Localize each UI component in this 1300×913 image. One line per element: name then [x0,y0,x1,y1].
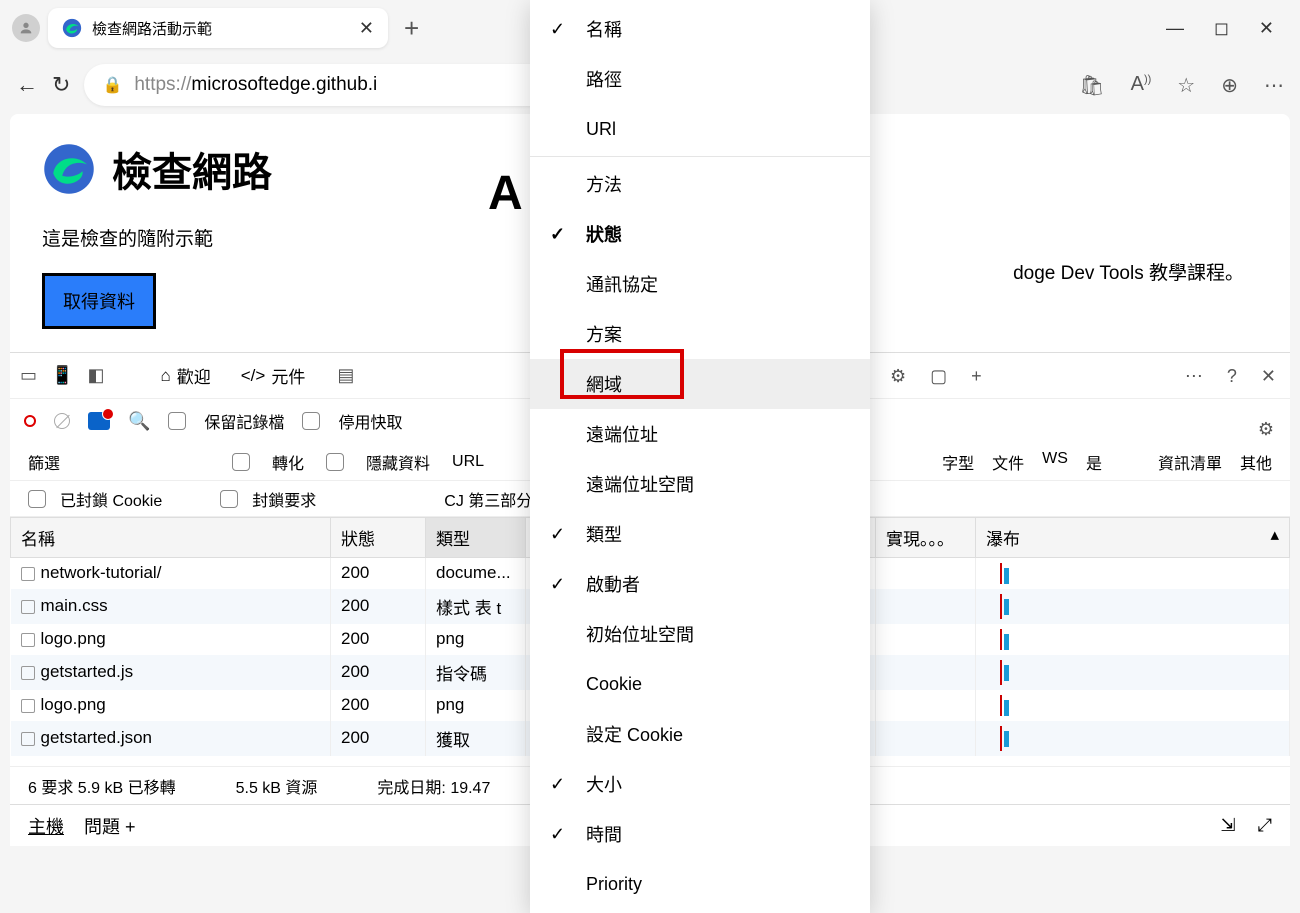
back-button[interactable]: ← [16,72,38,98]
ctx-item[interactable]: 通訊協定 [530,259,870,309]
record-button[interactable] [24,415,36,427]
get-data-button[interactable]: 取得資料 [42,273,156,329]
inspect-icon[interactable]: ▭ [20,365,37,386]
url-text: https://microsoftedge.github.i [134,74,377,96]
disable-cache-checkbox[interactable] [302,412,320,430]
ctx-item[interactable]: 初始位址空間 [530,609,870,659]
filter-toggle-button[interactable] [88,412,110,430]
memory-icon[interactable]: ⚙ [890,366,906,387]
edge-logo-icon [42,142,96,196]
ctx-item[interactable]: 設定 Cookie [530,709,870,759]
new-tab-button[interactable]: + [396,13,427,44]
tab-welcome[interactable]: ⌂ 歡迎 [152,363,218,388]
ctx-item[interactable]: URl [530,104,870,154]
preserve-log-label: 保留記錄檔 [204,409,284,433]
ctx-item[interactable]: 方案 [530,309,870,359]
ctx-item[interactable]: Cookie [530,659,870,709]
settings-gear-icon[interactable]: ⚙ [1258,419,1274,440]
more-icon[interactable]: ⋯ [1264,73,1284,98]
ctx-item[interactable]: Priority [530,859,870,909]
tab-elements[interactable]: </> 元件 [233,363,314,388]
page-title: 檢查網路 [112,140,272,198]
lock-icon: 🔒 [102,75,122,95]
ctx-item[interactable]: ✓大小 [530,759,870,809]
ctx-item[interactable]: 遠端位址空間 [530,459,870,509]
col-fulfill[interactable]: 實現。。。 [876,518,976,558]
ctx-item[interactable]: 方法 [530,159,870,209]
ctx-item[interactable]: ✓狀態 [530,209,870,259]
ctx-item[interactable]: 路徑 [530,54,870,104]
drawer-issues[interactable]: 問題 + [84,813,136,839]
drawer-icon-2[interactable]: ⤢ [1258,815,1272,836]
status-resources: 5.5 kB 資源 [236,774,318,798]
filter-font[interactable]: 字型 [942,450,974,474]
ctx-item[interactable]: ✓類型 [530,509,870,559]
preserve-log-checkbox[interactable] [168,412,186,430]
dock-icon[interactable]: ◧ [87,365,104,386]
browser-tab[interactable]: 檢查網路活動示範 ✕ [48,8,388,48]
status-requests: 6 要求 5.9 kB 已移轉 [28,774,176,798]
refresh-button[interactable]: ↻ [52,72,70,98]
col-type[interactable]: 類型 [426,518,526,558]
device-icon[interactable]: 📱 [51,365,73,386]
ctx-item[interactable]: ✓啟動者 [530,559,870,609]
ctx-item[interactable]: ✓名稱 [530,4,870,54]
shopping-icon[interactable]: 🛍 [1079,73,1104,98]
clear-button[interactable] [54,413,70,429]
filter-ws[interactable]: WS [1042,450,1068,474]
col-waterfall[interactable]: 瀑布 ▴ [976,518,1290,558]
close-tab-icon[interactable]: ✕ [359,18,374,39]
big-letter: A [488,166,523,221]
profile-avatar[interactable] [12,14,40,42]
drawer-icon-1[interactable]: ⇲ [1221,815,1236,836]
status-finish: 完成日期: 19.47 [377,774,490,798]
blocked-req-checkbox[interactable] [220,490,238,508]
ctx-item[interactable]: ✓時間 [530,809,870,859]
col-name[interactable]: 名稱 [11,518,331,558]
collections-icon[interactable]: ⊕ [1221,73,1238,98]
filter-is[interactable]: 是 [1086,450,1102,474]
transform-checkbox[interactable] [232,453,250,471]
ctx-item[interactable]: 遠端位址 [530,409,870,459]
filter-doc[interactable]: 文件 [992,450,1024,474]
drawer-host[interactable]: 主機 [28,813,64,839]
read-aloud-icon[interactable]: A)) [1131,73,1152,98]
console-icon[interactable]: ▤ [337,365,354,386]
close-devtools-icon[interactable]: ✕ [1261,366,1276,387]
help-icon[interactable]: ? [1227,366,1237,387]
search-icon[interactable]: 🔍 [128,411,150,432]
column-context-menu: ✓名稱路徑URl方法✓狀態通訊協定方案網域遠端位址遠端位址空間✓類型✓啟動者初始… [530,0,870,913]
more-tools-icon[interactable]: ⋯ [1185,366,1203,387]
disable-cache-label: 停用快取 [338,409,402,433]
minimize-icon[interactable]: — [1166,18,1184,39]
app-icon[interactable]: ▢ [930,366,947,387]
ctx-item[interactable]: 網域 [530,359,870,409]
col-status[interactable]: 狀態 [331,518,426,558]
close-window-icon[interactable]: ✕ [1259,18,1274,39]
tutorial-text: doge Dev Tools 教學課程。 [1013,258,1244,285]
add-panel-icon[interactable]: + [971,366,982,387]
blocked-cookie-checkbox[interactable] [28,490,46,508]
tab-title: 檢查網路活動示範 [92,18,212,39]
hide-checkbox[interactable] [326,453,344,471]
maximize-icon[interactable]: ◻ [1214,18,1229,39]
filter-input[interactable]: 篩選 [28,450,60,474]
edge-icon [62,18,82,38]
filter-other[interactable]: 其他 [1240,450,1272,474]
favorite-icon[interactable]: ☆ [1177,73,1195,98]
filter-manifest[interactable]: 資訊清單 [1158,450,1222,474]
